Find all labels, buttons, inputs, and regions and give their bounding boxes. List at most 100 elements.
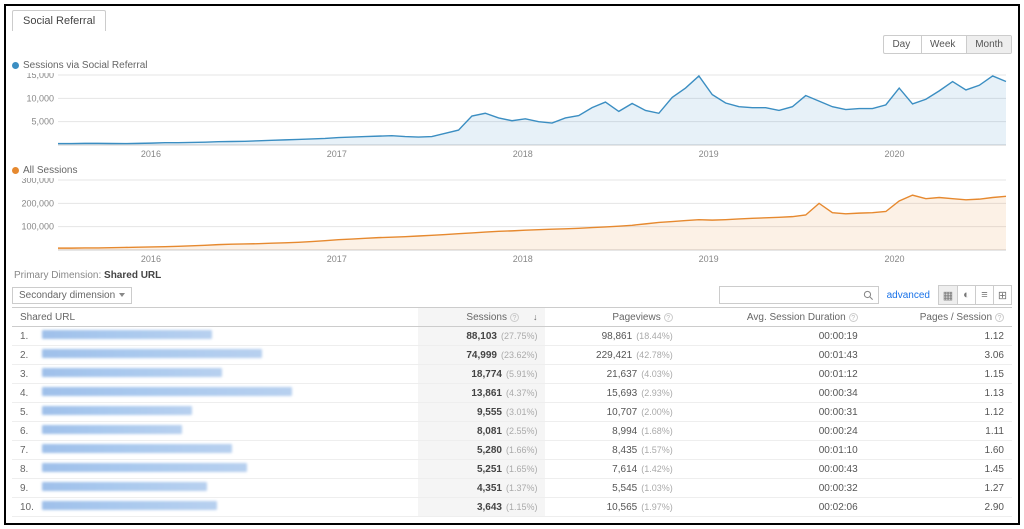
row-pps: 1.11 bbox=[866, 422, 1012, 441]
row-sessions: 9,555(3.01%) bbox=[418, 403, 545, 422]
table-row[interactable]: 9.4,351(1.37%)5,545(1.03%)00:00:321.27 bbox=[12, 479, 1012, 498]
row-pps: 1.60 bbox=[866, 441, 1012, 460]
table-header-row: Shared URL Sessions?↓ Pageviews? Avg. Se… bbox=[12, 308, 1012, 327]
svg-text:100,000: 100,000 bbox=[21, 222, 54, 232]
help-icon[interactable]: ? bbox=[849, 313, 858, 322]
row-url[interactable] bbox=[42, 441, 418, 460]
table-row[interactable]: 6.8,081(2.55%)8,994(1.68%)00:00:241.11 bbox=[12, 422, 1012, 441]
row-index: 3. bbox=[12, 365, 42, 384]
toggle-day[interactable]: Day bbox=[884, 36, 918, 53]
row-url[interactable] bbox=[42, 498, 418, 517]
help-icon[interactable]: ? bbox=[995, 313, 1004, 322]
row-pps: 3.06 bbox=[866, 346, 1012, 365]
row-duration: 00:00:32 bbox=[681, 479, 866, 498]
row-url[interactable] bbox=[42, 327, 418, 346]
table-row[interactable]: 5. 9,555(3.01%)10,707(2.00%)00:00:311.12 bbox=[12, 403, 1012, 422]
col-sessions[interactable]: Sessions?↓ bbox=[418, 308, 545, 327]
right-controls: advanced ▦ ◐ ≡ ⊞ bbox=[719, 285, 1012, 305]
view-bar-icon[interactable]: ≡ bbox=[975, 286, 993, 304]
svg-text:2019: 2019 bbox=[699, 149, 719, 159]
row-duration: 00:01:10 bbox=[681, 441, 866, 460]
row-sessions: 4,351(1.37%) bbox=[418, 479, 545, 498]
search-input[interactable] bbox=[719, 286, 879, 304]
table-row[interactable]: 2.74,999(23.62%)229,421(42.78%)00:01:433… bbox=[12, 346, 1012, 365]
row-index: 1. bbox=[12, 327, 42, 346]
row-url[interactable] bbox=[42, 422, 418, 441]
primary-dimension-row: Primary Dimension: Shared URL bbox=[14, 270, 1012, 281]
row-pps: 1.12 bbox=[866, 403, 1012, 422]
data-table: Shared URL Sessions?↓ Pageviews? Avg. Se… bbox=[12, 307, 1012, 517]
svg-text:2017: 2017 bbox=[327, 254, 347, 264]
row-duration: 00:01:12 bbox=[681, 365, 866, 384]
toggle-month[interactable]: Month bbox=[966, 36, 1011, 53]
row-pps: 1.45 bbox=[866, 460, 1012, 479]
redacted-url bbox=[42, 368, 222, 377]
row-sessions: 74,999(23.62%) bbox=[418, 346, 545, 365]
primary-dimension-label: Primary Dimension: bbox=[14, 270, 101, 281]
advanced-link[interactable]: advanced bbox=[887, 290, 930, 301]
table-row[interactable]: 8.5,251(1.65%)7,614(1.42%)00:00:431.45 bbox=[12, 460, 1012, 479]
view-table-icon[interactable]: ▦ bbox=[939, 286, 957, 304]
row-url[interactable] bbox=[42, 365, 418, 384]
row-sessions: 3,643(1.15%) bbox=[418, 498, 545, 517]
row-pageviews: 8,435(1.57%) bbox=[545, 441, 680, 460]
help-icon[interactable]: ? bbox=[664, 313, 673, 322]
row-index: 6. bbox=[12, 422, 42, 441]
row-url[interactable] bbox=[42, 346, 418, 365]
table-row[interactable]: 1.88,103(27.75%)98,861(18.44%)00:00:191.… bbox=[12, 327, 1012, 346]
chart-all-sessions: All Sessions 100,000200,000300,000201620… bbox=[12, 165, 1012, 264]
svg-text:2020: 2020 bbox=[884, 254, 904, 264]
table-controls: Secondary dimension advanced ▦ ◐ ≡ ⊞ bbox=[12, 285, 1012, 305]
row-pps: 1.12 bbox=[866, 327, 1012, 346]
table-row[interactable]: 4.13,861(4.37%)15,693(2.93%)00:00:341.13 bbox=[12, 384, 1012, 403]
row-index: 4. bbox=[12, 384, 42, 403]
row-sessions: 13,861(4.37%) bbox=[418, 384, 545, 403]
redacted-url bbox=[42, 501, 217, 510]
row-url[interactable] bbox=[42, 479, 418, 498]
view-mode-buttons: ▦ ◐ ≡ ⊞ bbox=[938, 285, 1012, 305]
legend-all: All Sessions bbox=[12, 165, 1012, 176]
search-icon bbox=[863, 290, 874, 301]
col-pps[interactable]: Pages / Session? bbox=[866, 308, 1012, 327]
svg-text:5,000: 5,000 bbox=[31, 117, 54, 127]
toggle-week[interactable]: Week bbox=[921, 36, 963, 53]
row-sessions: 8,081(2.55%) bbox=[418, 422, 545, 441]
row-duration: 00:00:31 bbox=[681, 403, 866, 422]
col-duration-label: Avg. Session Duration bbox=[747, 312, 846, 323]
col-duration[interactable]: Avg. Session Duration? bbox=[681, 308, 866, 327]
chart-social-referral: Sessions via Social Referral 5,000 10,000… bbox=[12, 60, 1012, 159]
row-sessions: 5,251(1.65%) bbox=[418, 460, 545, 479]
table-body: 1.88,103(27.75%)98,861(18.44%)00:00:191.… bbox=[12, 327, 1012, 517]
svg-text:2016: 2016 bbox=[141, 254, 161, 264]
svg-text:2020: 2020 bbox=[884, 149, 904, 159]
row-index: 9. bbox=[12, 479, 42, 498]
svg-text:300,000: 300,000 bbox=[21, 178, 54, 185]
row-url[interactable] bbox=[42, 384, 418, 403]
legend-social: Sessions via Social Referral bbox=[12, 60, 1012, 71]
col-shared-url[interactable]: Shared URL bbox=[12, 308, 418, 327]
row-sessions: 18,774(5.91%) bbox=[418, 365, 545, 384]
time-grain-toggle: Day Week Month bbox=[883, 35, 1012, 54]
row-url[interactable] bbox=[42, 403, 418, 422]
table-row[interactable]: 7.5,280(1.66%)8,435(1.57%)00:01:101.60 bbox=[12, 441, 1012, 460]
row-url[interactable] bbox=[42, 460, 418, 479]
table-row[interactable]: 10.3,643(1.15%)10,565(1.97%)00:02:062.90 bbox=[12, 498, 1012, 517]
svg-text:10,000: 10,000 bbox=[26, 93, 54, 103]
tab-social-referral[interactable]: Social Referral bbox=[12, 10, 106, 31]
redacted-url bbox=[42, 330, 212, 339]
row-index: 5. bbox=[12, 403, 42, 422]
help-icon[interactable]: ? bbox=[510, 313, 519, 322]
tabs-bar: Social Referral bbox=[12, 10, 1012, 31]
col-pageviews[interactable]: Pageviews? bbox=[545, 308, 680, 327]
chart-all-svg: 100,000200,000300,0002016201720182019202… bbox=[12, 178, 1012, 264]
redacted-url bbox=[42, 482, 207, 491]
row-pageviews: 10,707(2.00%) bbox=[545, 403, 680, 422]
view-pie-icon[interactable]: ◐ bbox=[957, 286, 975, 304]
table-row[interactable]: 3.18,774(5.91%)21,637(4.03%)00:01:121.15 bbox=[12, 365, 1012, 384]
chevron-down-icon bbox=[119, 293, 125, 297]
primary-dimension-value[interactable]: Shared URL bbox=[104, 270, 161, 281]
secondary-dimension-dropdown[interactable]: Secondary dimension bbox=[12, 287, 132, 304]
view-pivot-icon[interactable]: ⊞ bbox=[993, 286, 1011, 304]
row-index: 2. bbox=[12, 346, 42, 365]
legend-dot-icon bbox=[12, 167, 19, 174]
